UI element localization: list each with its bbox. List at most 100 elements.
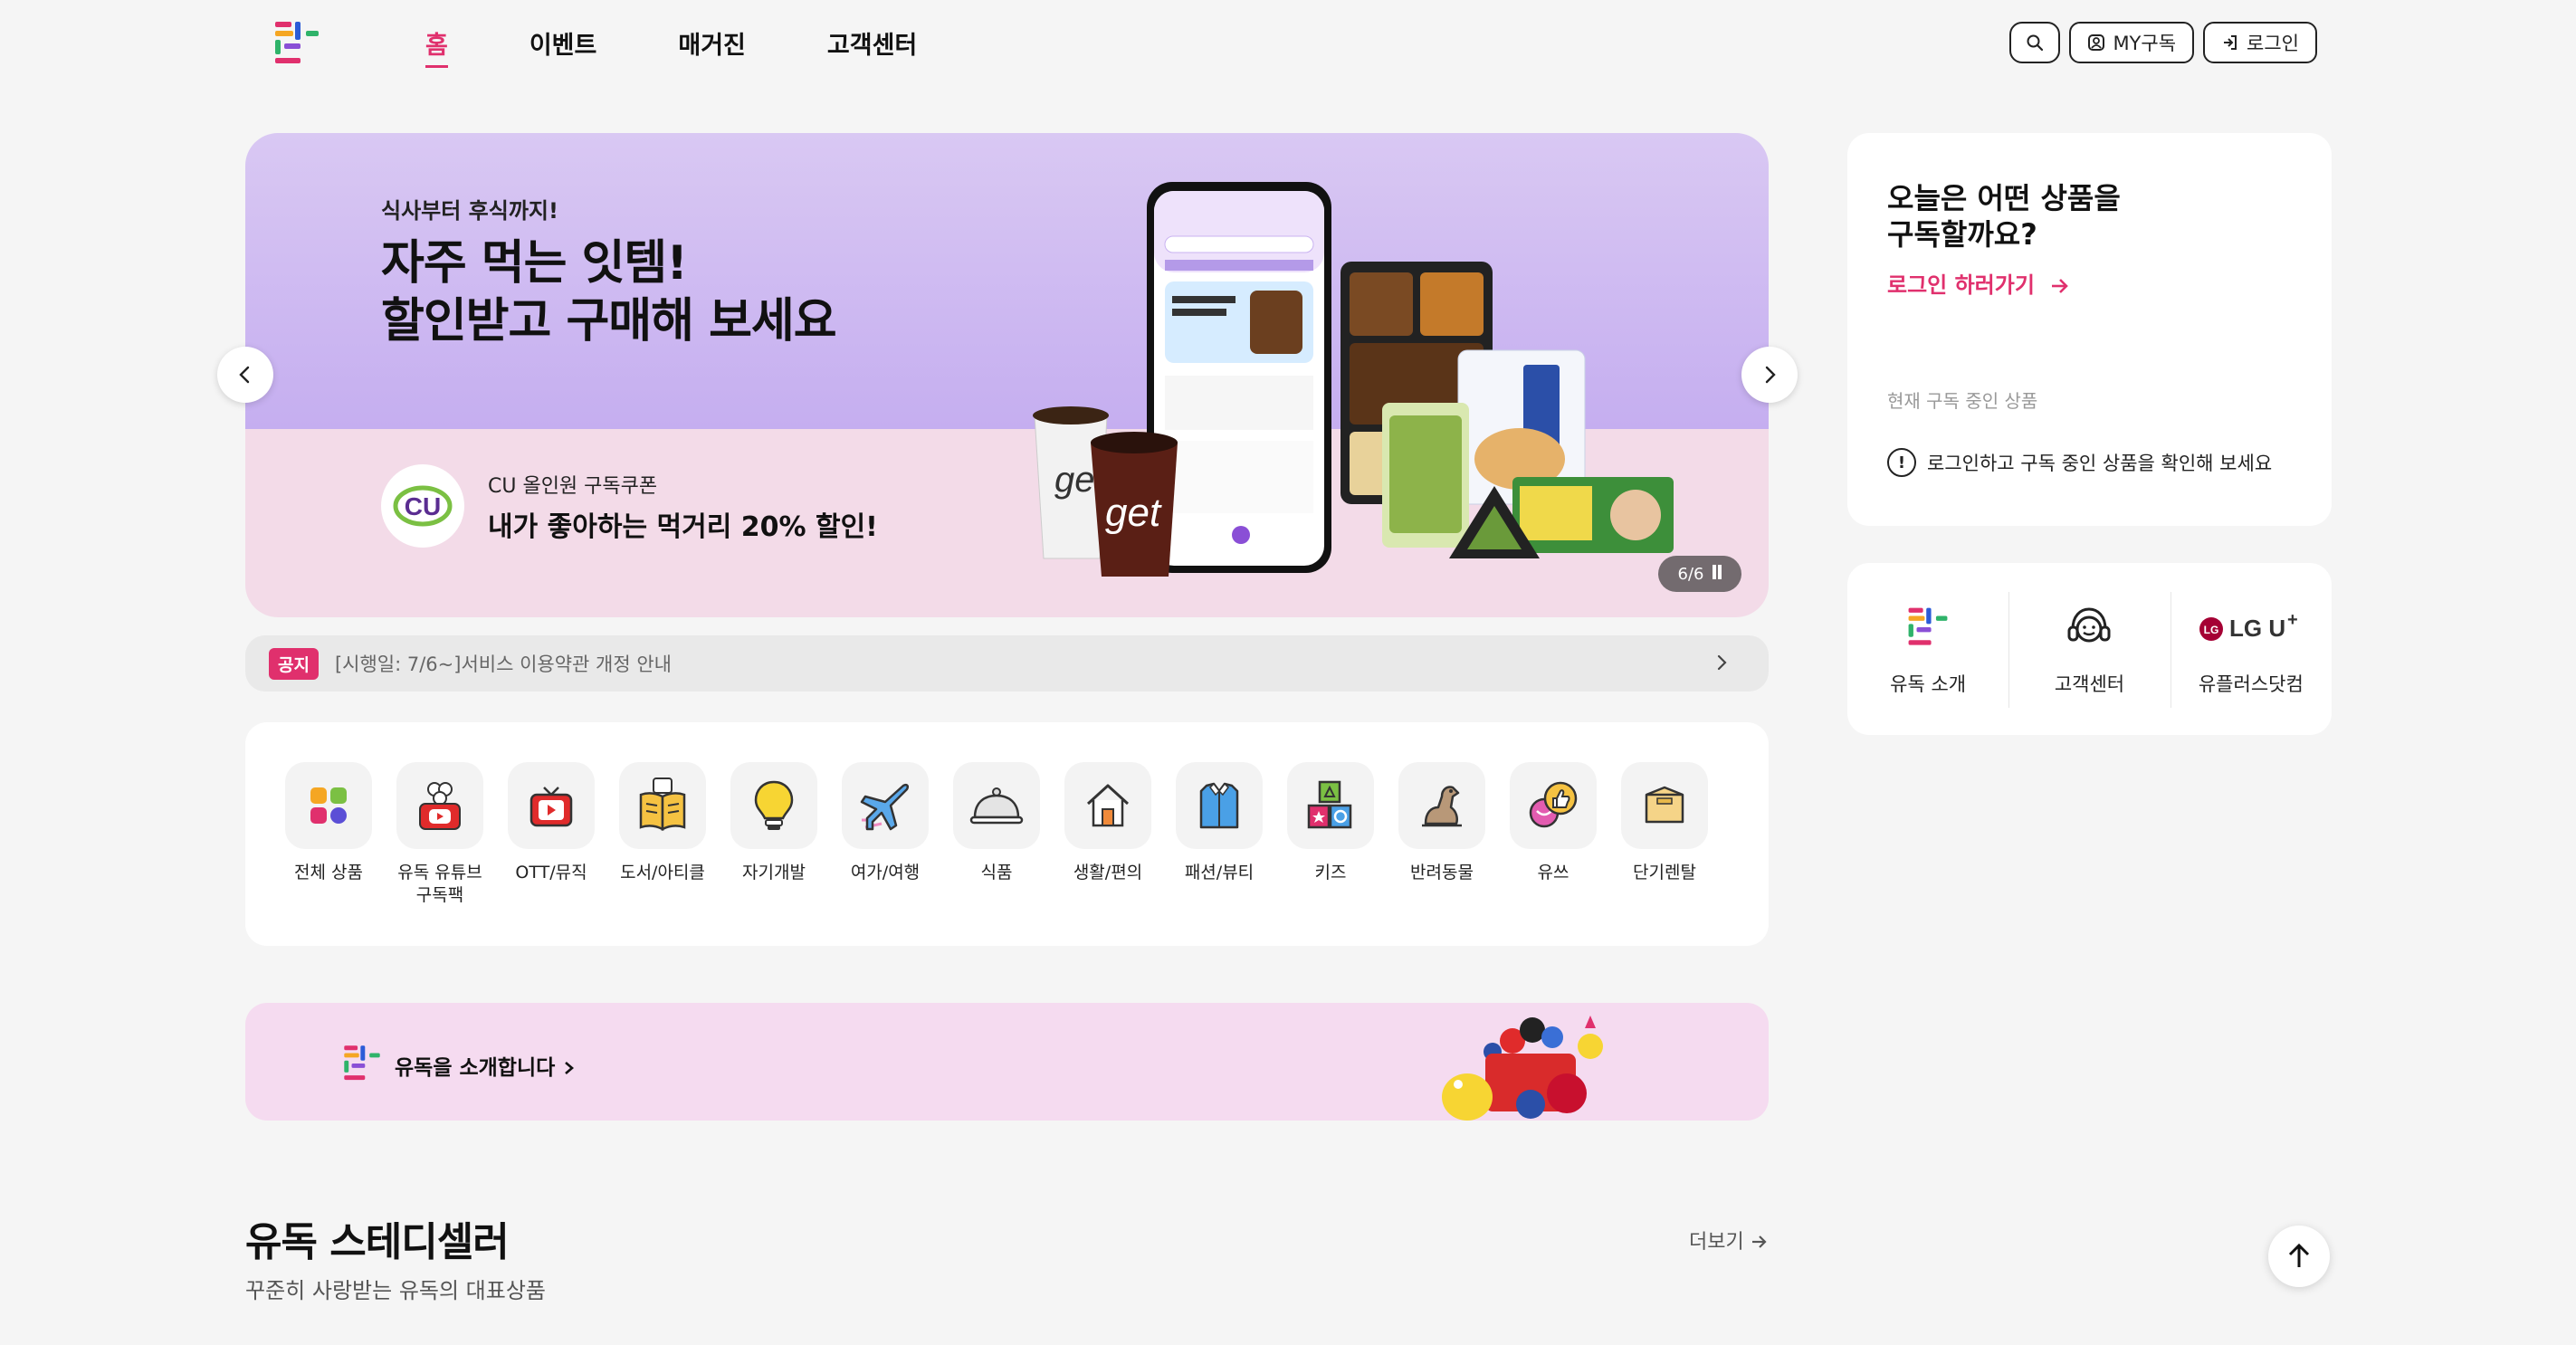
nav-events[interactable]: 이벤트 (530, 25, 597, 61)
category-all[interactable]: 전체 상품 (285, 762, 372, 884)
iced-cup-text: get (1105, 491, 1162, 535)
login-icon (2224, 35, 2237, 50)
category-label: 패션/뷰티 (1184, 863, 1255, 882)
category-fashion-beauty[interactable]: 패션/뷰티 (1176, 762, 1263, 884)
login-card-title-line2: 구독할까요? (1887, 217, 2037, 252)
hero-title-line2: 할인받고 구매해 보세요 (381, 294, 837, 348)
cu-logo: CU (381, 464, 464, 548)
category-youth[interactable]: 유쓰 (1510, 762, 1597, 884)
pause-icon (1711, 564, 1722, 584)
arrow-right-icon (1751, 1235, 1767, 1248)
category-label: 반려동물 (1410, 863, 1474, 882)
category-ott-music[interactable]: OTT/뮤직 (508, 762, 595, 884)
category-menu: 전체 상품 유독 유튜브 구독팩 OTT/뮤직 도서/아티클 자기개발 여가/여… (245, 722, 1769, 946)
hero-title: 자주 먹는 잇템! 할인받고 구매해 보세요 (381, 234, 837, 350)
login-card-title: 오늘은 어떤 상품을 구독할까요? (1887, 180, 2121, 253)
category-self-development[interactable]: 자기개발 (730, 762, 817, 884)
thumbs-up-icon (1510, 762, 1597, 849)
login-label: 로그인 (2247, 33, 2299, 54)
link-customer-center[interactable]: 고객센터 (2008, 563, 2170, 735)
chevron-right-icon (1717, 654, 1727, 671)
category-label: OTT/뮤직 (515, 863, 587, 882)
carousel-next-button[interactable] (1741, 347, 1798, 403)
category-leisure-travel[interactable]: 여가/여행 (842, 762, 929, 884)
category-label: 여가/여행 (850, 863, 921, 882)
category-label: 식품 (980, 863, 1013, 882)
hero-product-image: get get (1033, 182, 1674, 577)
intro-illustration (1442, 1016, 1603, 1121)
dog-icon (1398, 762, 1485, 849)
lgu-logo-plus: + (2287, 610, 2298, 630)
headset-icon (2064, 601, 2114, 653)
category-living[interactable]: 생활/편의 (1064, 762, 1151, 884)
category-label: 전체 상품 (294, 863, 363, 882)
hero-banner[interactable]: 식사부터 후식까지! 자주 먹는 잇템! 할인받고 구매해 보세요 CU CU … (245, 133, 1769, 617)
search-button[interactable] (2009, 22, 2061, 63)
user-icon (2088, 34, 2105, 51)
intro-banner[interactable]: 유독을 소개합니다 (245, 1003, 1769, 1121)
house-icon (1064, 762, 1151, 849)
coupon-subtitle: CU 올인원 구독쿠폰 (488, 475, 658, 498)
chevron-right-icon (565, 1062, 575, 1074)
svg-text:LG: LG (2203, 624, 2218, 636)
category-label: 도서/아티클 (620, 863, 705, 882)
nav-customer-center[interactable]: 고객센터 (827, 25, 917, 61)
book-icon (619, 762, 706, 849)
carousel-prev-button[interactable] (217, 347, 273, 403)
udok-logo-icon (344, 1045, 380, 1081)
arrow-right-icon (2052, 279, 2069, 293)
chevron-right-icon (1765, 366, 1776, 384)
category-label: 자기개발 (742, 863, 806, 882)
go-login-link[interactable]: 로그인 하러가기 (1887, 267, 2071, 299)
current-subscription-label: 현재 구독 중인 상품 (1887, 390, 2038, 412)
cu-logo-text: CU (405, 492, 441, 520)
box-icon (1621, 762, 1708, 849)
category-rental[interactable]: 단기렌탈 (1621, 762, 1708, 884)
my-subscription-button[interactable]: MY구독 (2069, 22, 2195, 63)
tv-icon (508, 762, 595, 849)
hero-eyebrow: 식사부터 후식까지! (381, 198, 558, 224)
login-card: 오늘은 어떤 상품을 구독할까요? 로그인 하러가기 현재 구독 중인 상품 !… (1847, 133, 2332, 526)
header: 홈 이벤트 매거진 고객센터 MY구독 로그인 (0, 0, 2576, 89)
category-pets[interactable]: 반려동물 (1398, 762, 1485, 884)
main-nav: 홈 이벤트 매거진 고객센터 (425, 25, 998, 68)
quick-links-card: 유독 소개 고객센터 LG LG U + 유플러스닷컴 (1847, 563, 2332, 735)
nav-home[interactable]: 홈 (425, 25, 448, 68)
category-books[interactable]: 도서/아티클 (619, 762, 706, 884)
nav-magazine[interactable]: 매거진 (678, 25, 746, 61)
go-login-label: 로그인 하러가기 (1887, 272, 2035, 298)
coupon-title: 내가 좋아하는 먹거리 20% 할인! (488, 511, 878, 543)
intro-text: 유독을 소개합니다 (395, 1050, 577, 1081)
link-about-udok[interactable]: 유독 소개 (1847, 563, 2008, 735)
header-actions: MY구독 로그인 (2009, 22, 2317, 63)
lgu-logo-text: LG U (2229, 615, 2285, 642)
more-link-label: 더보기 (1689, 1231, 1744, 1254)
link-uplus[interactable]: LG LG U + 유플러스닷컴 (2170, 563, 2332, 735)
grid-icon (285, 762, 372, 849)
hero-title-line1: 자주 먹는 잇템! (381, 236, 688, 291)
shirt-icon (1176, 762, 1263, 849)
airplane-icon (842, 762, 929, 849)
category-label: 키즈 (1314, 863, 1347, 882)
carousel-counter-text: 6/6 (1677, 564, 1704, 584)
scroll-top-button[interactable] (2268, 1226, 2330, 1287)
login-button[interactable]: 로그인 (2203, 22, 2317, 63)
udok-logo[interactable] (272, 18, 322, 69)
category-label: 단기렌탈 (1633, 863, 1696, 882)
youtube-pack-icon (396, 762, 483, 849)
link-label: 고객센터 (2054, 673, 2125, 695)
section-subtitle: 꾸준히 사랑받는 유독의 대표상품 (245, 1278, 547, 1303)
intro-label: 유독을 소개합니다 (395, 1056, 556, 1080)
notice-text: [시행일: 7/6~]서비스 이용약관 개정 안내 (334, 653, 673, 675)
notice-bar[interactable]: 공지 [시행일: 7/6~]서비스 이용약관 개정 안내 (245, 635, 1769, 692)
login-card-title-line1: 오늘은 어떤 상품을 (1887, 181, 2121, 215)
category-food[interactable]: 식품 (953, 762, 1040, 884)
lightbulb-icon (730, 762, 817, 849)
category-label: 유독 유튜브 구독팩 (397, 863, 482, 905)
more-link[interactable]: 더보기 (1689, 1226, 1769, 1254)
exclamation-icon: ! (1887, 448, 1916, 477)
carousel-counter[interactable]: 6/6 (1658, 556, 1741, 592)
category-youtube-pack[interactable]: 유독 유튜브 구독팩 (396, 762, 483, 907)
category-kids[interactable]: 키즈 (1287, 762, 1374, 884)
arrow-up-icon (2288, 1243, 2310, 1267)
